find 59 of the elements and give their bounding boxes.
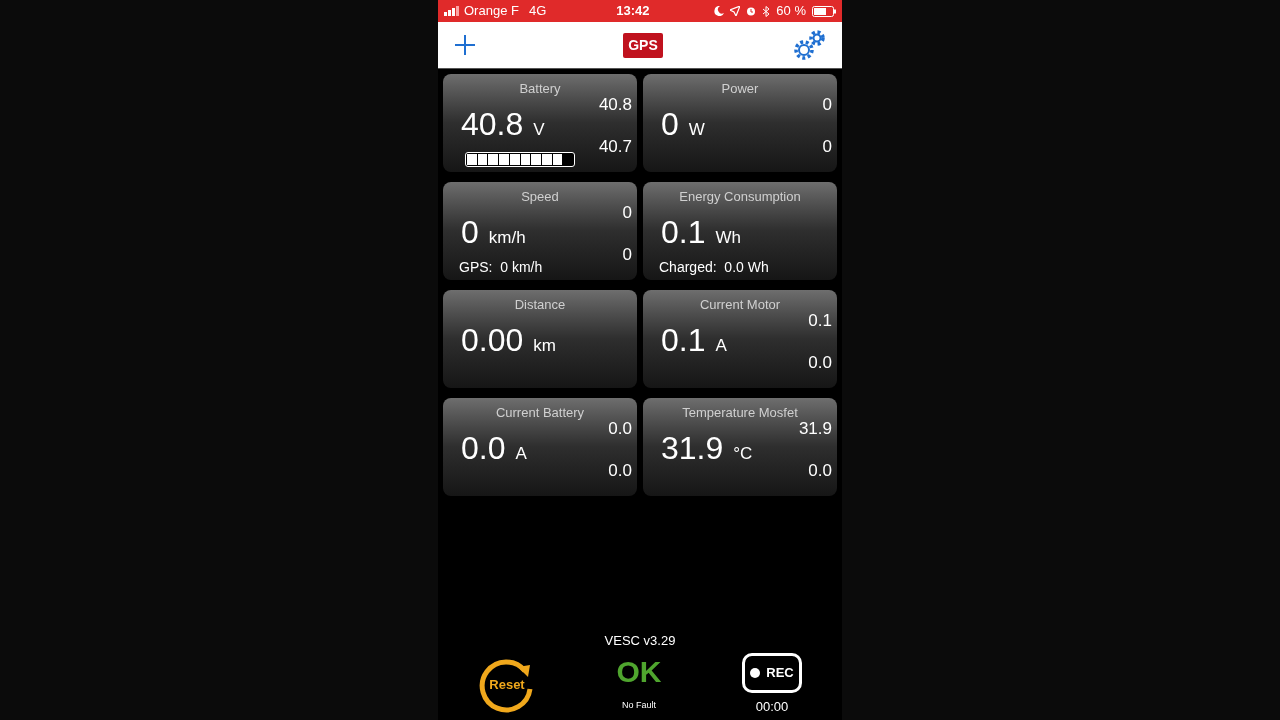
record-timer: 00:00	[755, 697, 789, 716]
network-type: 4G	[528, 2, 547, 21]
fault-status: No Fault	[622, 698, 656, 712]
card-footer-text: GPS: 0 km/h	[459, 260, 543, 274]
gps-badge: GPS	[623, 32, 663, 58]
metric-unit: W	[688, 121, 705, 138]
signal-icon	[444, 6, 460, 16]
metric-value: 0.00	[461, 324, 524, 356]
min-value: 0	[622, 246, 632, 263]
record-button[interactable]: REC	[742, 652, 802, 693]
metric-unit: A	[715, 337, 727, 354]
max-value: 31.9	[798, 420, 832, 437]
card-title: Temperature Mosfet	[682, 406, 798, 419]
carrier-name: Orange F	[464, 2, 519, 21]
max-value: 0	[822, 96, 832, 113]
max-value: 40.8	[598, 96, 632, 113]
metric-value: 40.8	[461, 108, 524, 140]
max-value: 0	[622, 204, 632, 221]
card-title: Energy Consumption	[679, 190, 801, 203]
metric-unit: km/h	[488, 229, 526, 246]
metric-unit: km	[533, 337, 556, 354]
min-value: 0.0	[808, 354, 832, 371]
metric-value: 0.0	[461, 432, 506, 464]
reset-button[interactable]: Reset	[478, 655, 536, 714]
metric-unit: Wh	[715, 229, 741, 246]
plus-icon	[454, 34, 476, 56]
card-footer-text: Charged: 0.0 Wh	[659, 260, 769, 274]
metric-value: 0	[661, 108, 679, 140]
settings-icon	[792, 28, 826, 62]
card-title: Power	[721, 82, 759, 95]
card-title: Current Motor	[699, 298, 781, 311]
settings-button[interactable]	[792, 28, 826, 62]
battery-percent: 60 %	[776, 2, 806, 21]
metric-unit: V	[533, 121, 545, 138]
metric-value: 0	[461, 216, 479, 248]
card-title: Speed	[521, 190, 559, 203]
clock: 13:42	[616, 2, 650, 21]
metric-value: 31.9	[661, 432, 724, 464]
metric-value: 0.1	[661, 216, 706, 248]
min-value: 0.0	[808, 462, 832, 479]
min-value: 40.7	[598, 138, 632, 155]
location-arrow-icon	[730, 6, 741, 16]
metric-unit: A	[515, 445, 527, 462]
status-ok: OK	[616, 656, 662, 687]
max-value: 0.0	[608, 420, 632, 437]
add-button[interactable]	[454, 34, 476, 56]
metric-value: 0.1	[661, 324, 706, 356]
metric-unit: °C	[733, 445, 753, 462]
max-value: 0.1	[808, 312, 832, 329]
min-value: 0	[822, 138, 832, 155]
moon-icon	[714, 6, 725, 16]
min-value: 0.0	[608, 462, 632, 479]
card-title: Battery	[519, 82, 561, 95]
battery-icon	[812, 5, 836, 17]
card-title: Distance	[514, 298, 566, 311]
alarm-icon	[746, 6, 757, 16]
firmware-version: VESC v3.29	[604, 632, 676, 650]
card-title: Current Battery	[495, 406, 585, 419]
bluetooth-icon	[762, 5, 771, 17]
